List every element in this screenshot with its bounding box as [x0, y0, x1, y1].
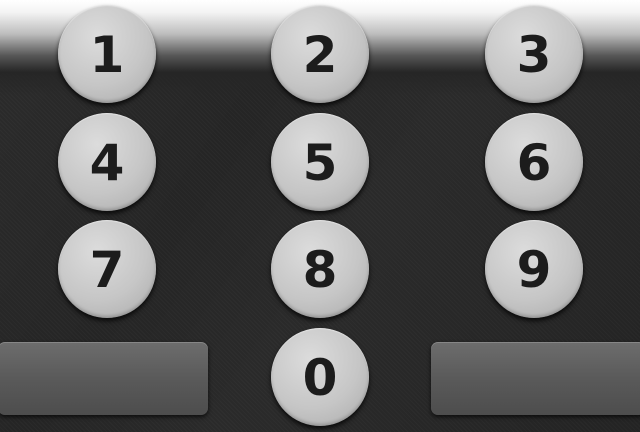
key-3-button[interactable]: 3	[485, 5, 583, 103]
left-action-button[interactable]	[0, 342, 208, 415]
key-0-label: 0	[302, 349, 338, 407]
right-action-button[interactable]	[431, 342, 640, 415]
key-2-button[interactable]: 2	[271, 5, 369, 103]
key-6-button[interactable]: 6	[485, 113, 583, 211]
key-5-label: 5	[302, 134, 338, 192]
key-4-button[interactable]: 4	[58, 113, 156, 211]
key-8-label: 8	[302, 241, 338, 299]
key-0-button[interactable]: 0	[271, 328, 369, 426]
key-9-label: 9	[516, 241, 552, 299]
key-7-button[interactable]: 7	[58, 220, 156, 318]
key-4-label: 4	[89, 134, 125, 192]
key-6-label: 6	[516, 134, 552, 192]
key-1-button[interactable]: 1	[58, 5, 156, 103]
key-3-label: 3	[516, 26, 552, 84]
key-2-label: 2	[302, 26, 338, 84]
key-5-button[interactable]: 5	[271, 113, 369, 211]
keypad-screen: 1 2 3 4 5 6 7 8 9 0	[0, 0, 640, 432]
key-7-label: 7	[89, 241, 125, 299]
key-8-button[interactable]: 8	[271, 220, 369, 318]
key-9-button[interactable]: 9	[485, 220, 583, 318]
key-1-label: 1	[89, 26, 125, 84]
